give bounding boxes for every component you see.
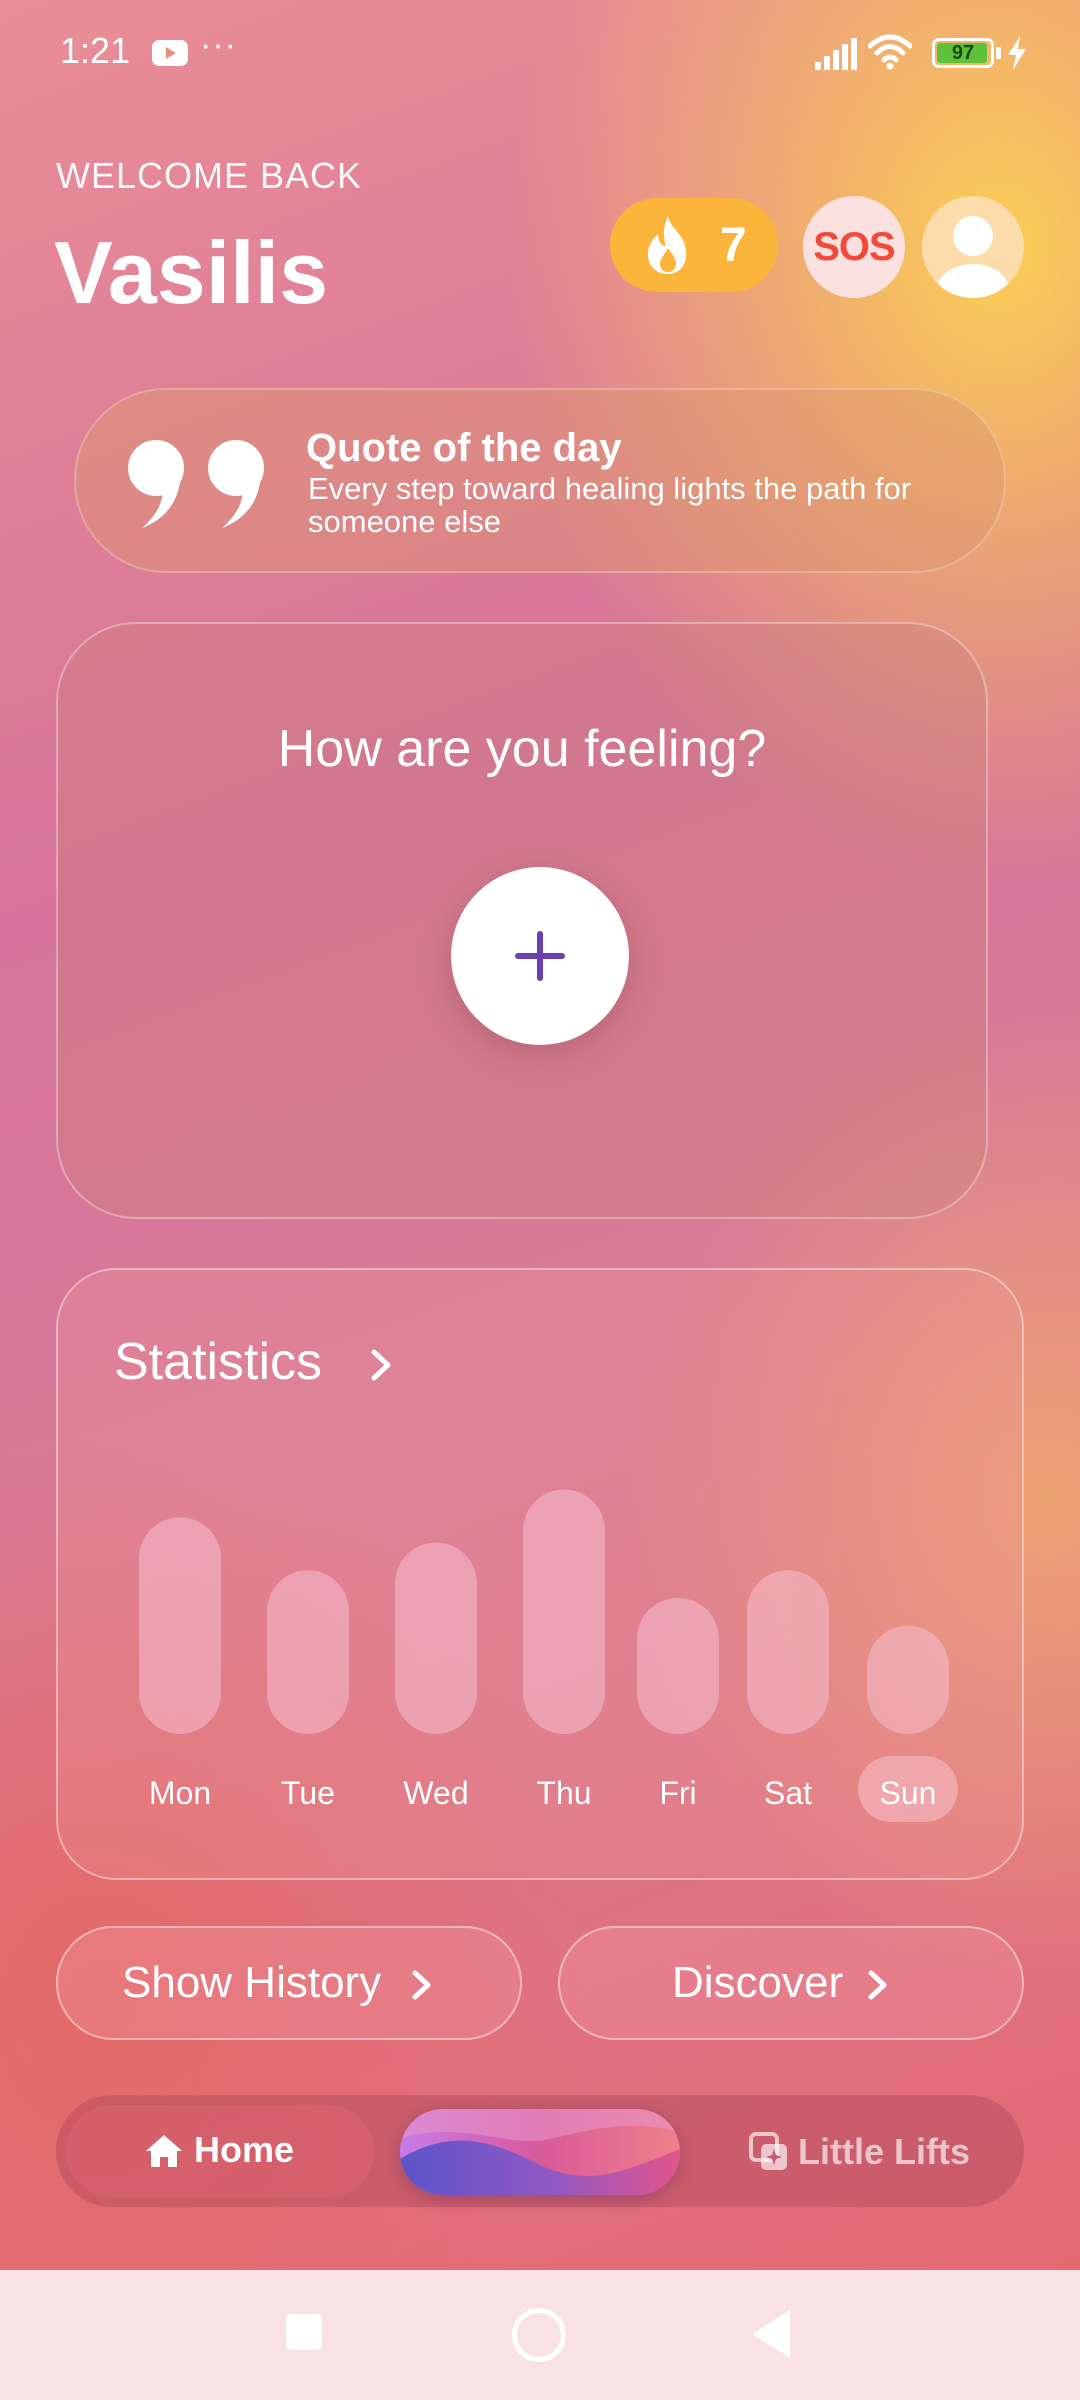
bar-sun xyxy=(867,1625,949,1734)
charging-bolt-icon xyxy=(1008,36,1026,70)
day-label-tue[interactable]: Tue xyxy=(281,1775,335,1811)
bar-wed xyxy=(395,1542,477,1734)
bar-sat xyxy=(747,1570,829,1734)
discover-button[interactable]: Discover xyxy=(558,1926,1024,2040)
home-icon xyxy=(146,2135,182,2167)
statistics-card[interactable]: Statistics Mon Tue Wed Thu Fri Sat Sun xyxy=(56,1268,1024,1880)
battery-icon: 97 xyxy=(932,38,994,68)
show-history-label: Show History xyxy=(122,1958,382,2007)
system-home-button[interactable] xyxy=(512,2308,566,2362)
back-button[interactable] xyxy=(752,2310,790,2358)
user-name: Vasilis xyxy=(54,223,329,322)
chevron-right-icon xyxy=(412,1970,431,2000)
nav-little-lifts[interactable]: Little Lifts xyxy=(748,2105,1008,2197)
battery-cap xyxy=(996,47,1001,59)
wifi-icon xyxy=(868,34,912,70)
bar-tue xyxy=(267,1570,349,1734)
flame-icon xyxy=(648,216,687,274)
discover-label: Discover xyxy=(672,1958,844,2007)
nav-center-orb[interactable] xyxy=(400,2109,680,2195)
status-time: 1:21 xyxy=(60,30,131,71)
show-history-button[interactable]: Show History xyxy=(56,1926,522,2040)
welcome-label: WELCOME BACK xyxy=(56,155,363,196)
wave-orb-icon xyxy=(400,2109,680,2195)
quote-card[interactable]: Quote of the day Every step toward heali… xyxy=(74,388,1006,573)
day-label-mon[interactable]: Mon xyxy=(149,1775,211,1811)
quote-title: Quote of the day xyxy=(306,426,622,470)
streak-badge[interactable]: 7 xyxy=(610,198,778,292)
nav-little-lifts-label: Little Lifts xyxy=(798,2131,970,2172)
battery-level: 97 xyxy=(951,42,975,64)
chevron-right-icon xyxy=(868,1970,887,2000)
nav-home-label: Home xyxy=(194,2129,295,2170)
status-bar: 1:21 ··· 97 xyxy=(0,0,1080,110)
quote-text: Every step toward healing lights the pat… xyxy=(308,471,912,539)
day-label-sat[interactable]: Sat xyxy=(764,1775,812,1811)
day-label-fri[interactable]: Fri xyxy=(659,1775,696,1811)
mood-title: How are you feeling? xyxy=(277,720,767,778)
recents-button[interactable] xyxy=(286,2314,322,2350)
nav-home[interactable]: Home xyxy=(66,2105,374,2197)
user-icon xyxy=(937,216,1009,298)
bar-fri xyxy=(637,1597,719,1734)
mood-card: How are you feeling? xyxy=(56,622,988,1219)
youtube-icon xyxy=(152,40,188,66)
day-label-sun[interactable]: Sun xyxy=(880,1775,937,1811)
day-label-wed[interactable]: Wed xyxy=(403,1775,468,1811)
quote-icon xyxy=(128,440,264,528)
weekly-mood-chart: Mon Tue Wed Thu Fri Sat Sun xyxy=(139,1489,958,1822)
bar-thu xyxy=(523,1489,605,1734)
sos-button[interactable]: SOS xyxy=(803,196,905,298)
system-nav-bar xyxy=(0,2270,1080,2400)
signal-icon xyxy=(815,38,857,70)
day-label-thu[interactable]: Thu xyxy=(536,1775,591,1811)
more-notifications-icon: ··· xyxy=(200,26,237,64)
streak-count: 7 xyxy=(720,219,747,272)
avatar[interactable] xyxy=(922,196,1024,298)
add-mood-button[interactable] xyxy=(451,867,629,1045)
bar-mon xyxy=(139,1517,221,1734)
bottom-nav: Home Little Lifts xyxy=(56,2095,1024,2207)
sparkle-cards-icon xyxy=(749,2132,787,2170)
